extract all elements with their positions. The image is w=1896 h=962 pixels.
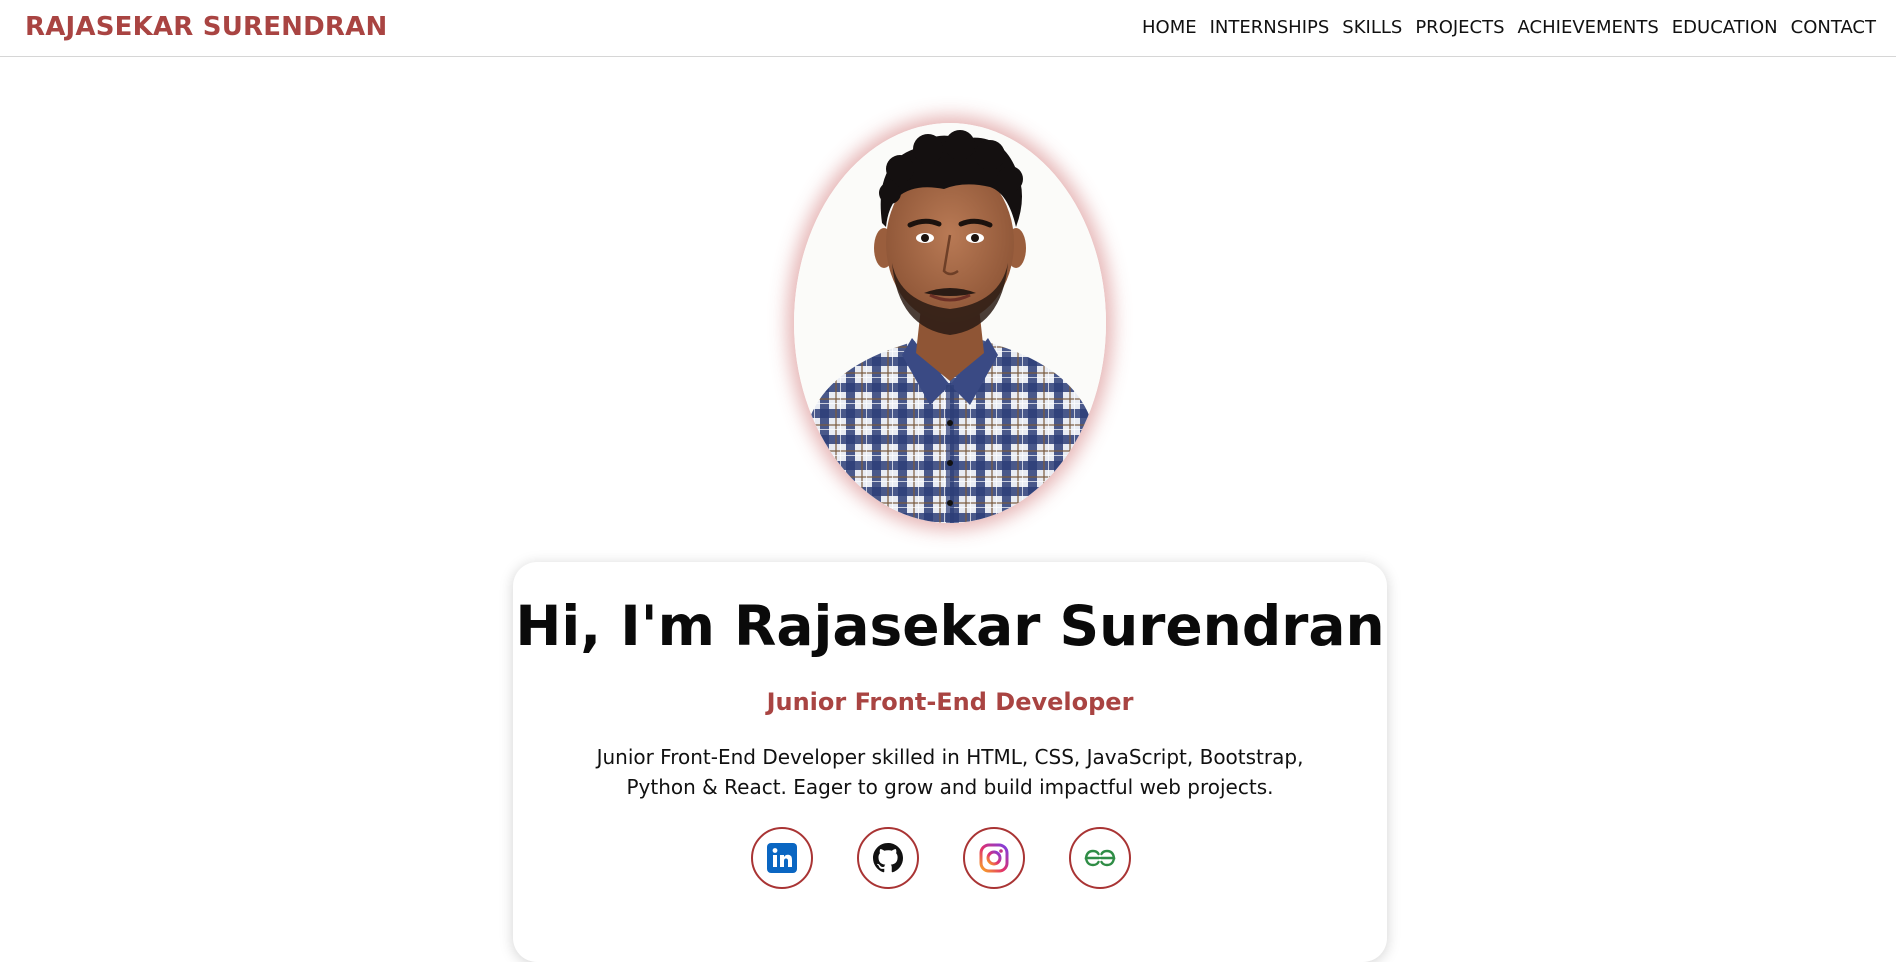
social-links	[513, 827, 1387, 889]
nav-contact[interactable]: CONTACT	[1791, 17, 1876, 38]
nav-education[interactable]: EDUCATION	[1672, 17, 1778, 38]
nav-home[interactable]: HOME	[1142, 17, 1197, 38]
geeksforgeeks-link[interactable]	[1069, 827, 1131, 889]
linkedin-link[interactable]	[751, 827, 813, 889]
geeksforgeeks-icon	[1084, 849, 1116, 867]
nav-projects[interactable]: PROJECTS	[1415, 17, 1504, 38]
github-link[interactable]	[857, 827, 919, 889]
nav-achievements[interactable]: ACHIEVEMENTS	[1518, 17, 1659, 38]
profile-photo	[794, 123, 1106, 523]
hero-greeting: Hi, I'm Rajasekar Surendran	[515, 594, 1385, 658]
hero-role: Junior Front-End Developer	[766, 688, 1134, 716]
hero-bio: Junior Front-End Developer skilled in HT…	[596, 745, 1304, 799]
instagram-link[interactable]	[963, 827, 1025, 889]
nav-internships[interactable]: INTERNSHIPS	[1210, 17, 1330, 38]
instagram-icon	[979, 843, 1009, 873]
github-icon	[873, 843, 903, 873]
brand-logo[interactable]: RAJASEKAR SURENDRAN	[25, 12, 387, 42]
linkedin-icon	[767, 843, 797, 873]
hero-card: Hi, I'm Rajasekar Surendran Junior Front…	[513, 562, 1387, 962]
navbar: RAJASEKAR SURENDRAN HOME INTERNSHIPS SKI…	[0, 0, 1896, 57]
nav-links: HOME INTERNSHIPS SKILLS PROJECTS ACHIEVE…	[1142, 17, 1876, 38]
nav-skills[interactable]: SKILLS	[1342, 17, 1402, 38]
